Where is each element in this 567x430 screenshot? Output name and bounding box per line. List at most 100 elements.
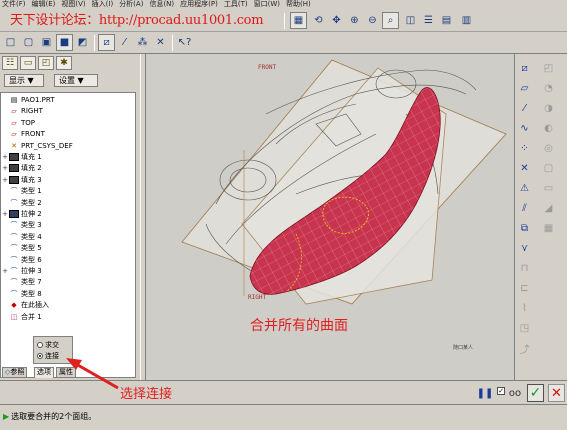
draft-tool-icon: ◢ (544, 202, 553, 214)
tree-item[interactable]: ✕ PRT_CSYS_DEF (1, 141, 73, 151)
menu-insert[interactable]: 插入(I) (92, 0, 114, 9)
menu-view[interactable]: 视图(V) (61, 0, 85, 9)
tree-item[interactable]: ⌒ 类型 3 (1, 220, 42, 230)
no-hidden-icon[interactable]: ▣ (38, 34, 55, 51)
menu-applications[interactable]: 应用程序(P) (180, 0, 218, 9)
tree-item[interactable]: + 拉伸 2 (1, 209, 42, 219)
copy-tool-icon[interactable]: ⧉ (517, 220, 532, 236)
tree-item[interactable]: ⌒ 类型 5 (1, 243, 42, 253)
csys-tool-icon[interactable]: ✕ (517, 160, 532, 176)
datum-plane-tool-icon[interactable]: ⧄ (517, 60, 532, 76)
cancel-button[interactable]: ✕ (548, 384, 565, 402)
model-display-icon[interactable]: ▥ (458, 12, 475, 29)
repaint-icon[interactable]: ▦ (290, 12, 307, 29)
tree-item[interactable]: ⌒ 类型 7 (1, 277, 42, 287)
intersect-option[interactable]: 求交 (37, 340, 59, 350)
datum-plane-display-icon[interactable]: ⧄ (98, 34, 115, 51)
datum-axis-display-icon[interactable]: ⁄ (116, 34, 133, 51)
tree-item[interactable]: ▱ TOP (1, 118, 35, 128)
tab-properties[interactable]: 属性 (56, 367, 76, 378)
tab-options[interactable]: 选项 (34, 367, 54, 378)
tree-item-label: 类型 7 (21, 278, 42, 287)
connections-icon[interactable]: ✱ (56, 56, 72, 70)
wireframe-icon[interactable]: □ (2, 34, 19, 51)
tree-item-label: 类型 1 (21, 187, 42, 196)
shading-icon[interactable]: ■ (56, 34, 73, 51)
curve-tool-icon[interactable]: ∿ (517, 120, 532, 136)
menu-file[interactable]: 文件(F) (2, 0, 26, 9)
ok-button[interactable]: ✓ (527, 384, 544, 402)
menu-edit[interactable]: 编辑(E) (32, 0, 56, 9)
folder-browser-icon[interactable]: ▭ (20, 56, 36, 70)
insert-icon: ◆ (11, 301, 17, 310)
analysis-tool-icon[interactable]: ⚠ (517, 180, 532, 196)
expand-icon[interactable]: + (1, 209, 9, 219)
show-dropdown[interactable]: 显示 ▼ (4, 74, 44, 87)
tree-item[interactable]: ⌒ 类型 8 (1, 289, 42, 299)
menu-help[interactable]: 帮助(H) (286, 0, 311, 9)
favorites-icon[interactable]: ◰ (38, 56, 54, 70)
tree-item[interactable]: ◫ 合并 1 (1, 312, 42, 322)
menu-window[interactable]: 窗口(W) (254, 0, 280, 9)
datum-axis-tool-icon[interactable]: ▱ (517, 80, 532, 96)
tree-item[interactable]: ◆ 在此插入 (1, 300, 49, 310)
sketch-plane-tool-icon[interactable]: ⫽ (517, 200, 532, 216)
tree-item[interactable]: + ⌒ 拉伸 3 (1, 266, 42, 276)
tree-item[interactable]: ⌒ 类型 4 (1, 232, 42, 242)
orient-icon[interactable]: ✥ (328, 12, 345, 29)
tree-item[interactable]: ▤ PAO1.PRT (1, 95, 55, 105)
tree-item[interactable]: ⌒ 类型 2 (1, 198, 42, 208)
refit-icon[interactable]: ⌕ (382, 12, 399, 29)
expand-icon[interactable]: + (1, 152, 9, 162)
pause-icon[interactable]: ❚❚ (477, 385, 494, 401)
type-icon: ⌒ (10, 232, 18, 241)
menu-tools[interactable]: 工具(T) (224, 0, 248, 9)
zoom-out-icon[interactable]: ⊖ (364, 12, 381, 29)
sketch-tool-icon[interactable]: ⁄ (517, 100, 532, 116)
join-radio[interactable] (37, 353, 43, 359)
intersect-radio[interactable] (37, 342, 43, 348)
mirror-tool-icon[interactable]: ⋎ (517, 240, 532, 256)
type-icon: ⌒ (10, 221, 18, 230)
model-tree-tab-icon[interactable]: ☷ (2, 56, 18, 70)
settings-dropdown[interactable]: 设置 ▼ (54, 74, 98, 87)
tree-item[interactable]: ▱ RIGHT (1, 106, 43, 116)
preview-glasses-icon[interactable]: oo (507, 385, 523, 401)
extrude-tool-icon: ◰ (543, 62, 554, 74)
tree-item[interactable]: + 填充 1 (1, 152, 42, 162)
graphics-window[interactable]: FRONT RIGHT 合并所有的曲面 随口某人 (146, 54, 514, 380)
datum-point-display-icon[interactable]: ⁂ (134, 34, 151, 51)
expand-icon[interactable]: + (1, 163, 9, 173)
tree-item[interactable]: ▱ FRONT (1, 129, 45, 139)
expand-icon[interactable]: + (1, 266, 9, 276)
tree-item[interactable]: + 填充 2 (1, 163, 42, 173)
saved-views-icon[interactable]: ◫ (402, 12, 419, 29)
tree-item[interactable]: + 填充 3 (1, 175, 42, 185)
preview-checkbox[interactable]: ✓ (497, 387, 505, 395)
layers-icon[interactable]: ☰ (420, 12, 437, 29)
view-manager-icon[interactable]: ▤ (438, 12, 455, 29)
tree-item-label: 拉伸 2 (21, 210, 42, 218)
menu-info[interactable]: 信息(N) (149, 0, 174, 9)
tab-references[interactable]: ◇参照 (2, 367, 28, 378)
menu-analysis[interactable]: 分析(A) (119, 0, 143, 9)
context-help-icon[interactable]: ↖? (176, 34, 193, 51)
select-join-callout: 选择连接 (120, 387, 173, 402)
tab-references-label: 参照 (10, 368, 25, 376)
tree-item[interactable]: ⌒ 类型 1 (1, 186, 42, 196)
trim-tool-icon: ⊓ (520, 262, 529, 274)
watermark-text: 天下设计论坛：http://procad.uu1001.com (10, 13, 264, 28)
tree-item-label: 填充 1 (21, 153, 42, 161)
expand-icon[interactable]: + (1, 175, 9, 185)
part-icon: ▤ (10, 96, 18, 104)
spin-center-icon[interactable]: ⟲ (310, 12, 327, 29)
join-option[interactable]: 连接 (37, 351, 59, 361)
csys-display-icon[interactable]: ✕ (152, 34, 169, 51)
tree-item[interactable]: ⌒ 类型 6 (1, 255, 42, 265)
hidden-line-icon[interactable]: ▢ (20, 34, 37, 51)
ext-icon (9, 210, 19, 218)
point-tool-icon[interactable]: ⁘ (517, 140, 532, 156)
zoom-in-icon[interactable]: ⊕ (346, 12, 363, 29)
enhanced-realism-icon[interactable]: ◩ (74, 34, 91, 51)
fill-icon (9, 175, 19, 184)
